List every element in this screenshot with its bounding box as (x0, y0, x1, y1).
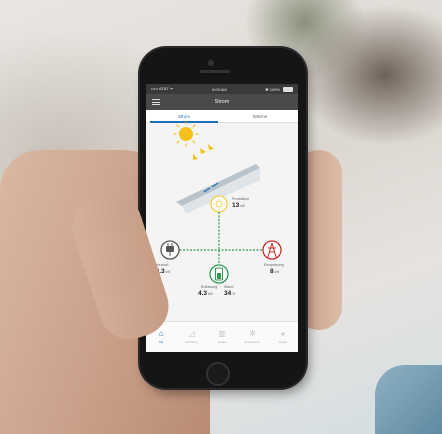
feed-in-label: Einspeisung (264, 263, 284, 267)
status-time: 9:09 AM (212, 86, 227, 92)
front-camera (208, 60, 214, 66)
nav-item-verlauf[interactable]: ▥ Verlauf (207, 322, 237, 352)
tab-strom[interactable]: Strom (146, 110, 222, 123)
sleeve (375, 365, 442, 434)
battery-icon (283, 86, 293, 92)
battery-level-value: 34% (224, 290, 236, 297)
carrier-signal: ••••• AT&T ᯤ (151, 86, 174, 91)
battery-discharge-value: 4.3kW (198, 290, 213, 297)
chart-icon: ◿ (188, 329, 195, 338)
nav-item-fluechtling[interactable]: ◿ Flüchtling (176, 322, 206, 352)
sunbeam-arrows-icon (193, 144, 214, 160)
battery-status: ✱ 100% (265, 86, 280, 92)
production-label: Produktion (232, 197, 250, 201)
tab-waerme[interactable]: Wärme (222, 110, 298, 122)
bar-chart-icon: ▥ (218, 329, 226, 338)
pie-icon: ◕ (280, 329, 286, 338)
energy-flow-diagram: Produktion 13kW Verbrauch 20.3kW Einspei… (146, 122, 298, 318)
hamburger-menu-icon[interactable] (152, 99, 160, 105)
nav-item-autark[interactable]: ◕ Autark (268, 322, 298, 352)
production-sun-icon (210, 195, 228, 213)
status-bar: ••••• AT&T ᯤ 9:09 AM ✱ 100% (146, 84, 298, 94)
bottom-navigation: ⌂ Übr ◿ Flüchtling ▥ Verlauf ✲ Systemein… (146, 321, 298, 352)
app-bar: Strom (146, 94, 298, 110)
sun-icon (173, 122, 199, 147)
feed-in-value: 8kW (270, 268, 280, 275)
battery-storage-icon (209, 264, 229, 284)
app-screen: ••••• AT&T ᯤ 9:09 AM ✱ 100% Strom Strom … (146, 84, 298, 352)
earpiece-speaker (200, 70, 230, 73)
home-button[interactable] (206, 362, 230, 386)
flow-lines (176, 212, 266, 267)
battery-discharge-label: Entladung (201, 285, 218, 289)
nav-item-systemeinstellungen[interactable]: ✲ Systemeinst. (237, 322, 267, 352)
consumption-plug-icon (160, 240, 180, 260)
feed-in-pylon-icon (262, 240, 282, 260)
gear-icon: ✲ (249, 329, 256, 338)
app-title: Strom (214, 99, 230, 105)
production-value: 13kW (232, 202, 245, 209)
battery-level-label: Stand (224, 285, 234, 289)
home-icon: ⌂ (158, 329, 164, 338)
